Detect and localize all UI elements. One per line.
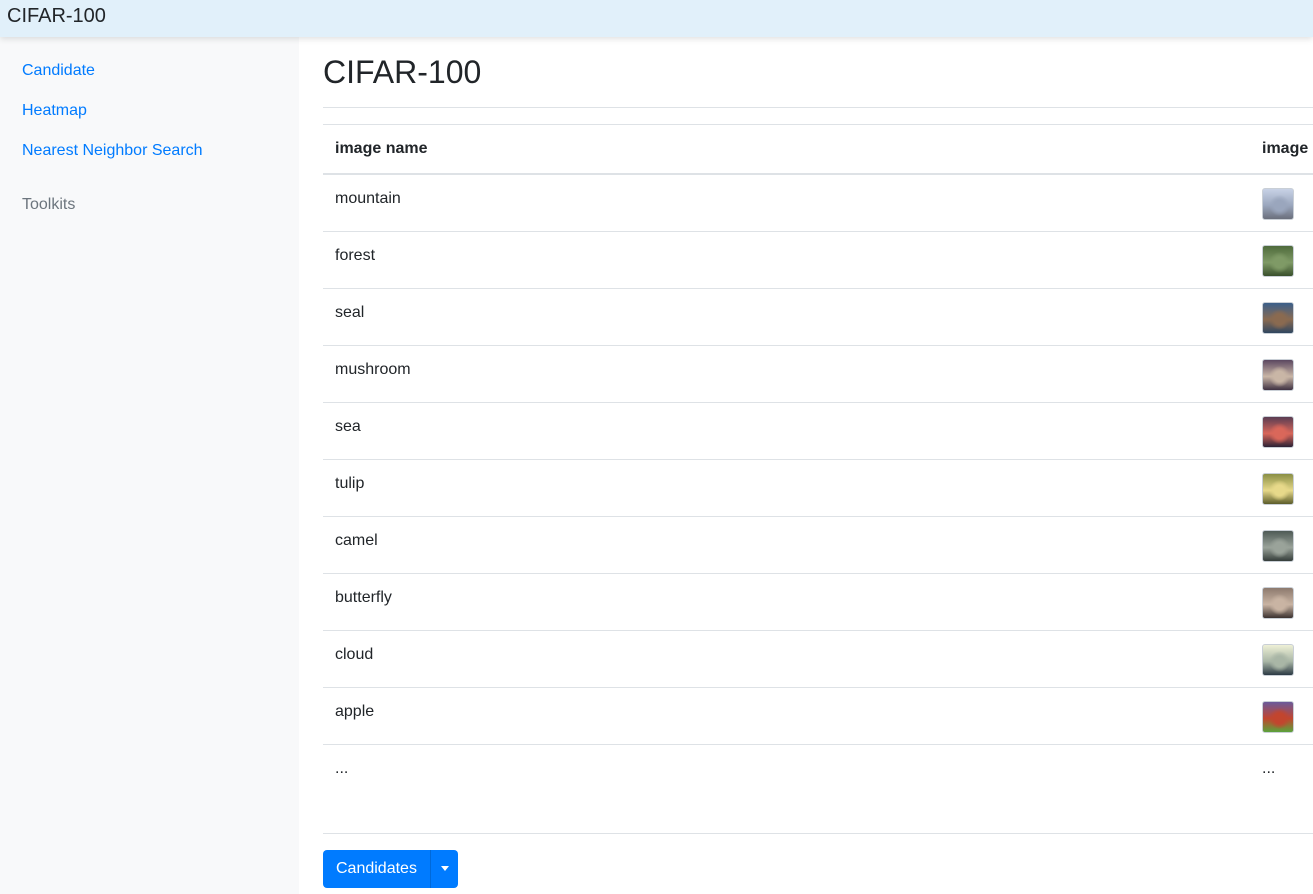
image-name-cell: seal (335, 304, 365, 321)
image-name-cell: apple (335, 703, 375, 720)
column-header-image: image (1262, 140, 1309, 157)
image-thumbnail[interactable] (1262, 530, 1294, 562)
image-name-cell: ... (335, 760, 349, 777)
image-thumbnail[interactable] (1262, 701, 1294, 733)
table-row: camel (323, 517, 1313, 574)
table-row: seal (323, 289, 1313, 346)
image-name-cell: camel (335, 532, 378, 549)
column-header-image-name: image name (335, 140, 428, 157)
table-row: cloud (323, 631, 1313, 688)
image-thumbnail[interactable] (1262, 359, 1294, 391)
table-row: mushroom (323, 346, 1313, 403)
sidebar-heading-toolkits: Toolkits (22, 196, 76, 213)
image-name-cell: mushroom (335, 361, 411, 378)
image-name-cell: butterfly (335, 589, 392, 606)
table-row: forest (323, 232, 1313, 289)
sidebar: Candidate Heatmap Nearest Neighbor Searc… (0, 37, 299, 894)
image-thumbnail[interactable] (1262, 245, 1294, 277)
image-cell-ellipsis: ... (1262, 760, 1276, 777)
sidebar-link-nearest-neighbor-search[interactable]: Nearest Neighbor Search (22, 142, 203, 160)
image-name-cell: tulip (335, 475, 365, 492)
table-row: mountain (323, 175, 1313, 232)
table-row: butterfly (323, 574, 1313, 631)
image-thumbnail[interactable] (1262, 644, 1294, 676)
image-thumbnail[interactable] (1262, 473, 1294, 505)
main-content: CIFAR-100 image name image mountain fores… (299, 37, 1313, 894)
title-divider (323, 107, 1313, 108)
table-row: ...... (323, 745, 1313, 802)
image-name-cell: forest (335, 247, 376, 264)
image-thumbnail[interactable] (1262, 587, 1294, 619)
image-thumbnail[interactable] (1262, 188, 1294, 220)
candidates-button-group: Candidates (323, 850, 458, 888)
candidates-button[interactable]: Candidates (323, 850, 430, 888)
image-thumbnail[interactable] (1262, 302, 1294, 334)
sidebar-link-heatmap[interactable]: Heatmap (22, 102, 87, 120)
image-thumbnail[interactable] (1262, 416, 1294, 448)
top-navbar: CIFAR-100 (0, 0, 1313, 37)
candidates-dropdown-toggle[interactable] (429, 850, 458, 888)
table-row: sea (323, 403, 1313, 460)
image-name-cell: cloud (335, 646, 374, 663)
table-row: apple (323, 688, 1313, 745)
page-title: CIFAR-100 (323, 54, 482, 90)
image-name-cell: mountain (335, 190, 401, 207)
table-top-border (323, 124, 1313, 125)
table-bottom-divider (323, 833, 1313, 834)
sidebar-link-candidate[interactable]: Candidate (22, 62, 95, 80)
table-row: tulip (323, 460, 1313, 517)
image-name-cell: sea (335, 418, 361, 435)
app-brand[interactable]: CIFAR-100 (7, 5, 106, 28)
caret-down-icon (440, 866, 449, 871)
